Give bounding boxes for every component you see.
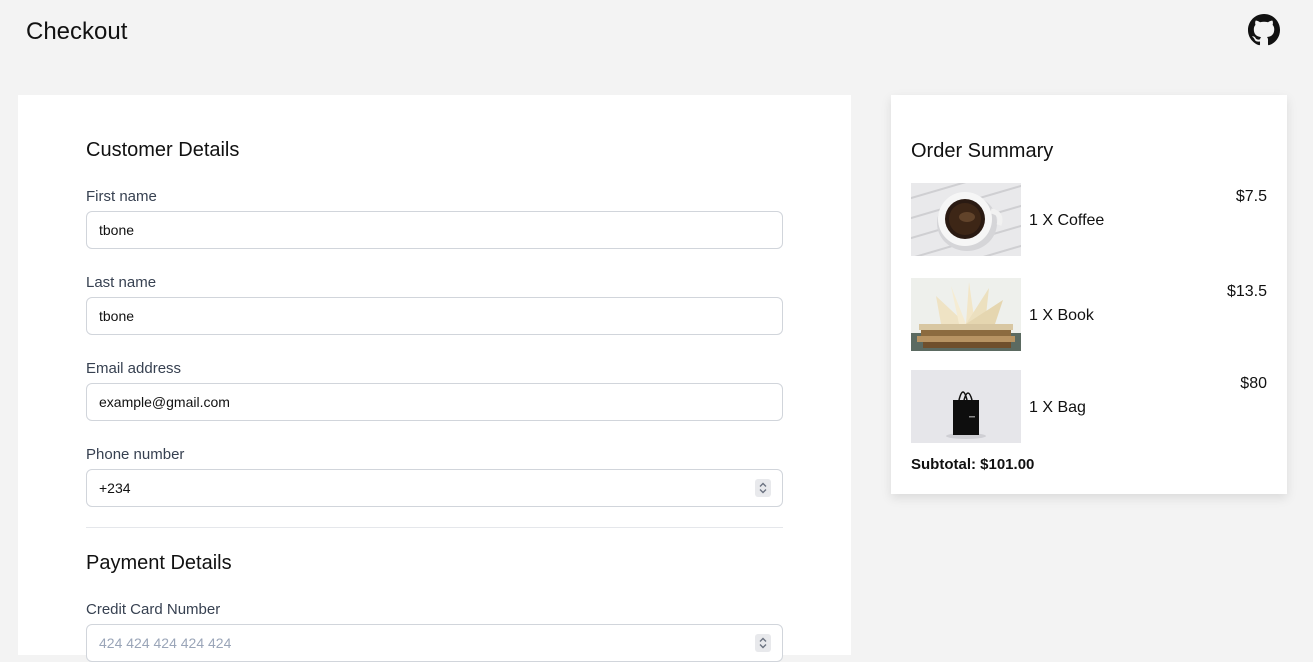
order-item: 1 X Coffee $7.5 bbox=[911, 183, 1267, 256]
section-divider bbox=[86, 527, 783, 528]
card-number-label: Credit Card Number bbox=[86, 601, 221, 618]
item-name: 1 X Book bbox=[1029, 307, 1094, 324]
first-name-input[interactable] bbox=[86, 211, 783, 249]
subtotal: Subtotal: $101.00 bbox=[911, 456, 1035, 473]
card-number-input[interactable] bbox=[86, 624, 783, 662]
email-input[interactable] bbox=[86, 383, 783, 421]
payment-details-heading: Payment Details bbox=[86, 552, 232, 574]
phone-label: Phone number bbox=[86, 446, 185, 463]
email-label: Email address bbox=[86, 360, 182, 377]
page-title: Checkout bbox=[26, 18, 128, 45]
github-icon[interactable] bbox=[1248, 14, 1280, 46]
stepper-arrows-icon bbox=[759, 637, 767, 649]
phone-input[interactable] bbox=[86, 469, 783, 507]
last-name-label: Last name bbox=[86, 274, 157, 291]
item-name: 1 X Bag bbox=[1029, 399, 1086, 416]
order-item: 1 X Book $13.5 bbox=[911, 278, 1267, 351]
bag-image bbox=[911, 370, 1021, 443]
first-name-label: First name bbox=[86, 188, 157, 205]
order-item: 1 X Bag $80 bbox=[911, 370, 1267, 443]
item-price: $7.5 bbox=[1235, 188, 1267, 205]
item-name: 1 X Coffee bbox=[1029, 212, 1105, 229]
book-image bbox=[911, 278, 1021, 351]
last-name-input[interactable] bbox=[86, 297, 783, 335]
item-price: $80 bbox=[1240, 375, 1267, 392]
coffee-image bbox=[911, 183, 1021, 256]
phone-stepper[interactable] bbox=[755, 479, 771, 497]
phone-field bbox=[86, 469, 783, 507]
item-price: $13.5 bbox=[1226, 283, 1267, 300]
customer-details-heading: Customer Details bbox=[86, 139, 240, 161]
top-bar: Checkout bbox=[0, 0, 1313, 66]
order-summary-heading: Order Summary bbox=[911, 140, 1054, 162]
checkout-form-card: Customer Details First name Last name Em… bbox=[18, 95, 851, 662]
stepper-arrows-icon bbox=[759, 482, 767, 494]
card-number-field bbox=[86, 624, 783, 662]
order-summary-card: Order Summary 1 X Coffee $7.5 1 X Book $… bbox=[891, 95, 1287, 494]
card-number-stepper[interactable] bbox=[755, 634, 771, 652]
